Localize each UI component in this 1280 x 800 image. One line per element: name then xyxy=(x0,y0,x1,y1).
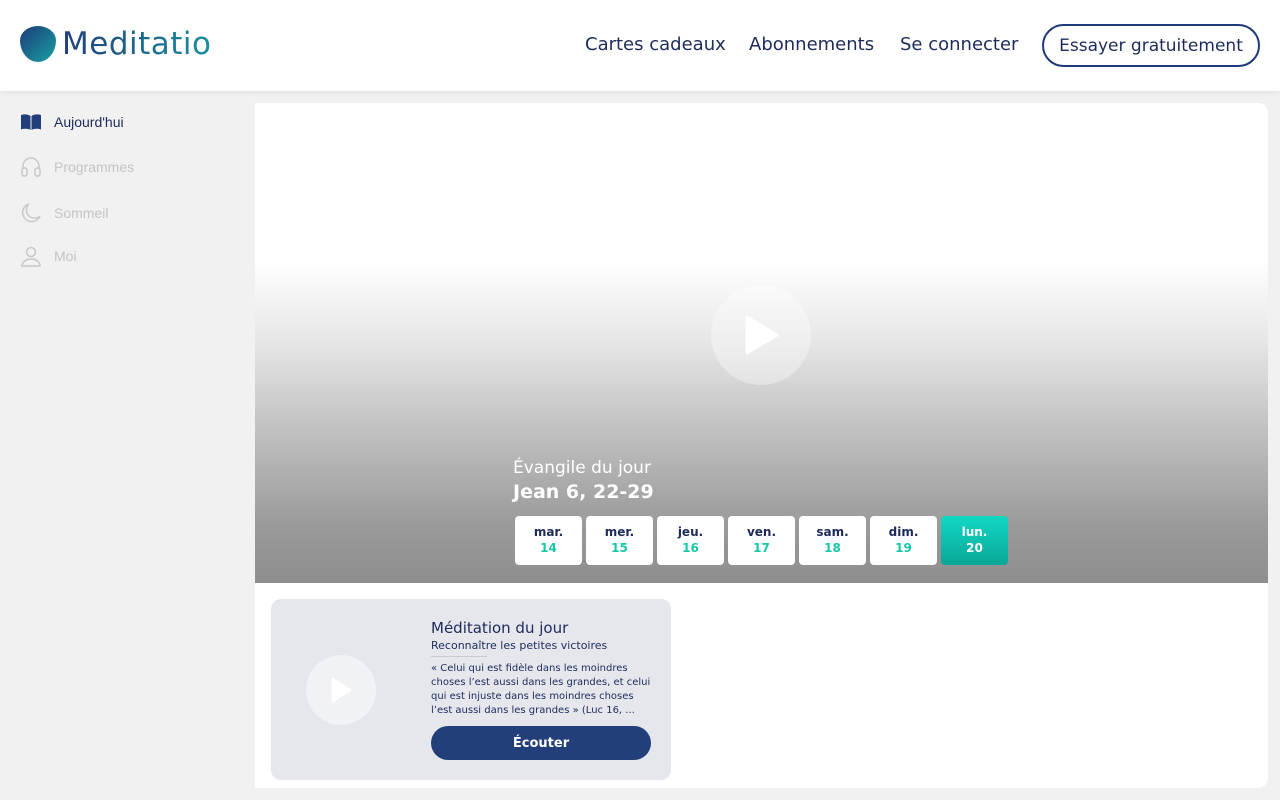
brand-name: Meditatio xyxy=(62,26,212,62)
nav-subscriptions-link[interactable]: Abonnements xyxy=(749,34,874,55)
gospel-video-hero: Évangile du jour Jean 6, 22-29 mar. 14 me… xyxy=(255,103,1268,583)
logo-drop-icon xyxy=(20,26,56,62)
gospel-kicker: Évangile du jour xyxy=(513,458,651,478)
nav-login-link[interactable]: Se connecter xyxy=(900,34,1018,55)
user-icon xyxy=(20,245,42,267)
day-name: dim. xyxy=(888,525,919,539)
day-date: 14 xyxy=(540,541,557,555)
free-trial-button[interactable]: Essayer gratuitement xyxy=(1042,24,1260,67)
sidebar: Aujourd'hui Programmes Sommeil Moi xyxy=(0,91,255,800)
play-icon[interactable] xyxy=(711,285,811,385)
headphones-icon xyxy=(20,156,42,178)
day-tab[interactable]: jeu. 16 xyxy=(657,516,724,565)
day-name: mer. xyxy=(604,525,635,539)
day-tab[interactable]: mer. 15 xyxy=(586,516,653,565)
brand-logo[interactable]: Meditatio xyxy=(20,26,212,62)
day-tab[interactable]: ven. 17 xyxy=(728,516,795,565)
top-header: Meditatio Cartes cadeaux Abonnements Se … xyxy=(0,0,1280,91)
day-date: 20 xyxy=(966,541,983,555)
day-date: 16 xyxy=(682,541,699,555)
sidebar-item-label: Aujourd'hui xyxy=(54,114,124,130)
day-name: ven. xyxy=(746,525,777,539)
sidebar-item-label: Programmes xyxy=(54,159,135,175)
sidebar-item-me[interactable]: Moi xyxy=(20,244,77,268)
gospel-reference: Jean 6, 22-29 xyxy=(513,481,654,503)
meditation-quote: « Celui qui est fidèle dans les moindres… xyxy=(431,663,651,716)
sidebar-item-today[interactable]: Aujourd'hui xyxy=(20,110,124,134)
day-selector: mar. 14 mer. 15 jeu. 16 ven. 17 sam. 18 dim. 1… xyxy=(515,516,1012,565)
moon-icon xyxy=(20,202,42,224)
day-name: mar. xyxy=(533,525,564,539)
nav-gift-cards-link[interactable]: Cartes cadeaux xyxy=(585,34,726,55)
sidebar-item-sleep[interactable]: Sommeil xyxy=(20,201,108,225)
day-date: 15 xyxy=(611,541,628,555)
day-name: jeu. xyxy=(677,525,704,539)
play-icon[interactable] xyxy=(306,655,376,725)
day-date: 18 xyxy=(824,541,841,555)
day-tab-selected[interactable]: lun. 20 xyxy=(941,516,1008,565)
day-date: 19 xyxy=(895,541,912,555)
day-name: sam. xyxy=(816,525,849,539)
day-tab[interactable]: dim. 19 xyxy=(870,516,937,565)
meditation-subtitle: Reconnaître les petites victoires xyxy=(431,639,608,652)
meditation-title: Méditation du jour xyxy=(431,619,569,637)
main-content: Évangile du jour Jean 6, 22-29 mar. 14 me… xyxy=(255,103,1268,788)
sidebar-item-programmes[interactable]: Programmes xyxy=(20,155,134,179)
open-book-icon xyxy=(20,111,42,133)
day-date: 17 xyxy=(753,541,770,555)
meditation-card: Méditation du jour Reconnaître les petit… xyxy=(271,599,671,780)
day-tab[interactable]: sam. 18 xyxy=(799,516,866,565)
day-name: lun. xyxy=(961,525,988,539)
divider xyxy=(431,656,487,657)
listen-button[interactable]: Écouter xyxy=(431,726,651,760)
day-tab[interactable]: mar. 14 xyxy=(515,516,582,565)
sidebar-item-label: Moi xyxy=(54,248,77,264)
sidebar-item-label: Sommeil xyxy=(54,205,109,221)
